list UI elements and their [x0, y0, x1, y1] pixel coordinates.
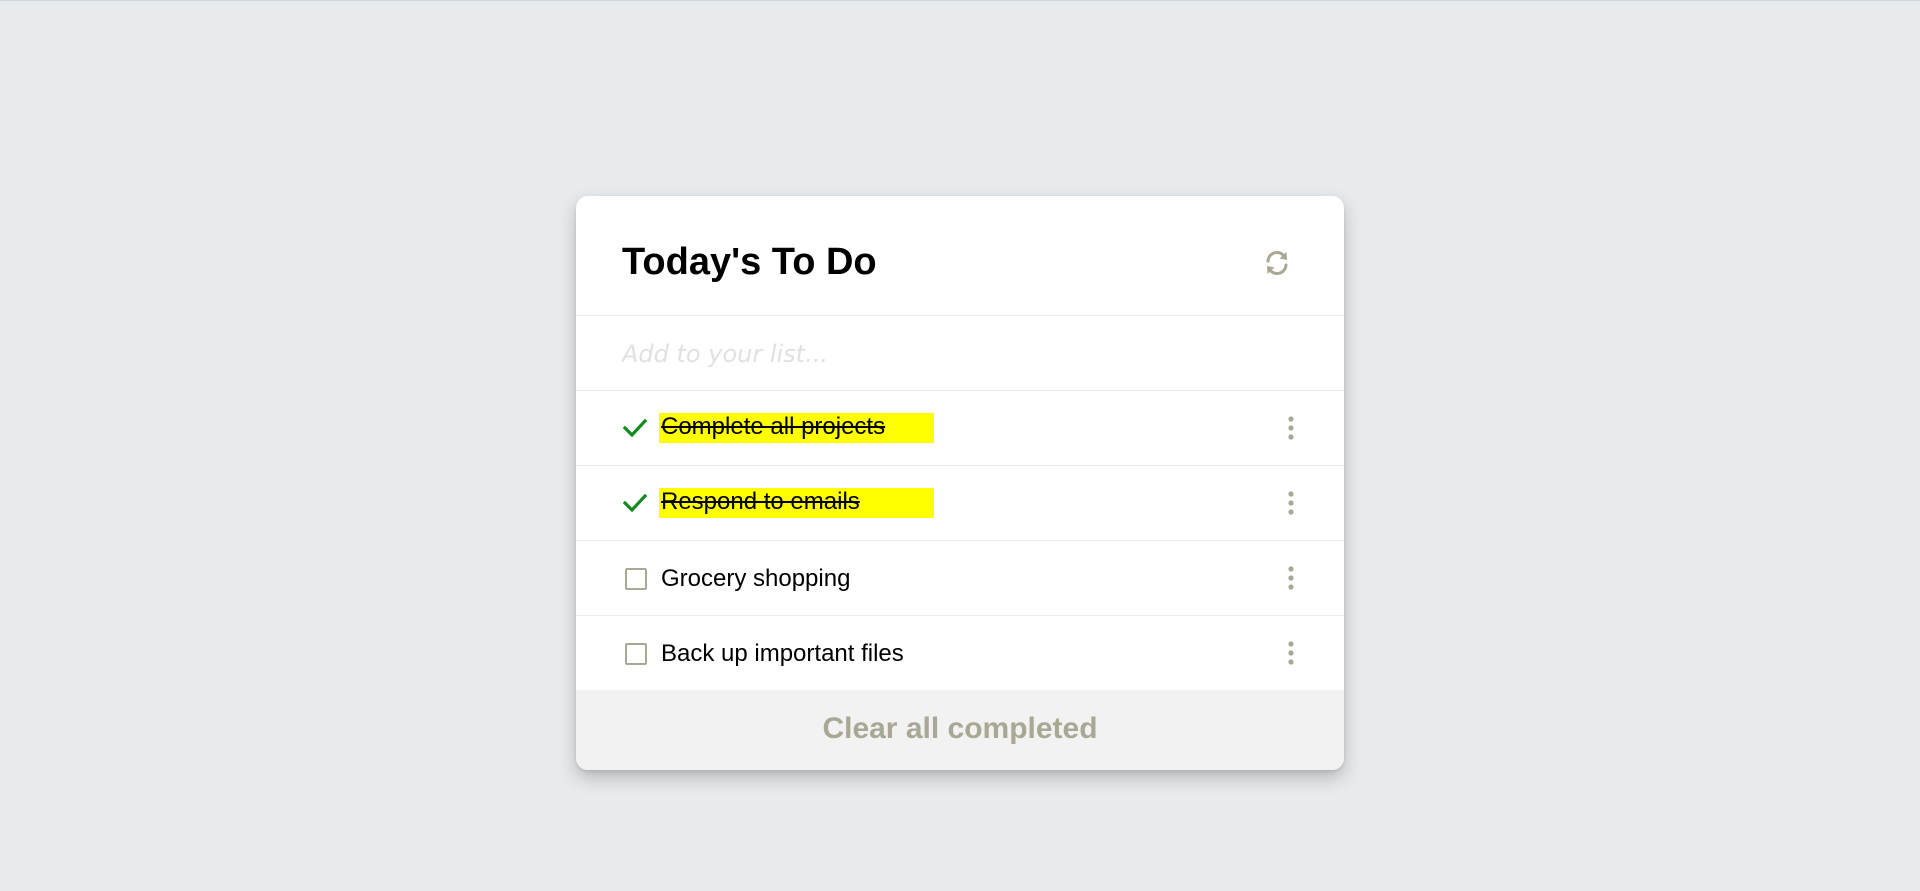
- vertical-dots-graphic: [1288, 491, 1294, 515]
- checkmark-icon-graphic: [622, 493, 648, 513]
- top-border: [0, 0, 1920, 1]
- clear-completed-label: Clear all completed: [822, 712, 1098, 745]
- more-options-icon[interactable]: [1276, 563, 1306, 593]
- vertical-dots-graphic: [1288, 566, 1294, 590]
- vertical-dots-graphic: [1288, 641, 1294, 665]
- todo-item: Back up important files: [576, 616, 1344, 691]
- todo-card: Today's To Do Complete all projects: [576, 196, 1344, 770]
- checkbox[interactable]: [625, 643, 647, 665]
- todo-item: Grocery shopping: [576, 541, 1344, 616]
- todo-label[interactable]: Back up important files: [661, 640, 904, 668]
- todo-label[interactable]: Grocery shopping: [661, 565, 850, 593]
- todo-label[interactable]: Complete all projects: [659, 413, 934, 443]
- checkmark-icon[interactable]: [622, 415, 648, 441]
- refresh-icon-graphic: [1266, 250, 1288, 276]
- checkmark-icon[interactable]: [622, 490, 648, 516]
- add-todo-row: [576, 316, 1344, 391]
- clear-completed-button[interactable]: Clear all completed: [576, 690, 1344, 770]
- checkmark-icon-graphic: [622, 418, 648, 438]
- add-todo-input[interactable]: [622, 334, 1302, 374]
- card-header: Today's To Do: [576, 196, 1344, 316]
- page-title: Today's To Do: [622, 241, 877, 283]
- todo-item: Complete all projects: [576, 391, 1344, 466]
- todo-label[interactable]: Respond to emails: [659, 488, 934, 518]
- more-options-icon[interactable]: [1276, 488, 1306, 518]
- todo-item: Respond to emails: [576, 466, 1344, 541]
- checkbox[interactable]: [625, 568, 647, 590]
- refresh-icon[interactable]: [1262, 248, 1292, 278]
- more-options-icon[interactable]: [1276, 638, 1306, 668]
- more-options-icon[interactable]: [1276, 413, 1306, 443]
- vertical-dots-graphic: [1288, 416, 1294, 440]
